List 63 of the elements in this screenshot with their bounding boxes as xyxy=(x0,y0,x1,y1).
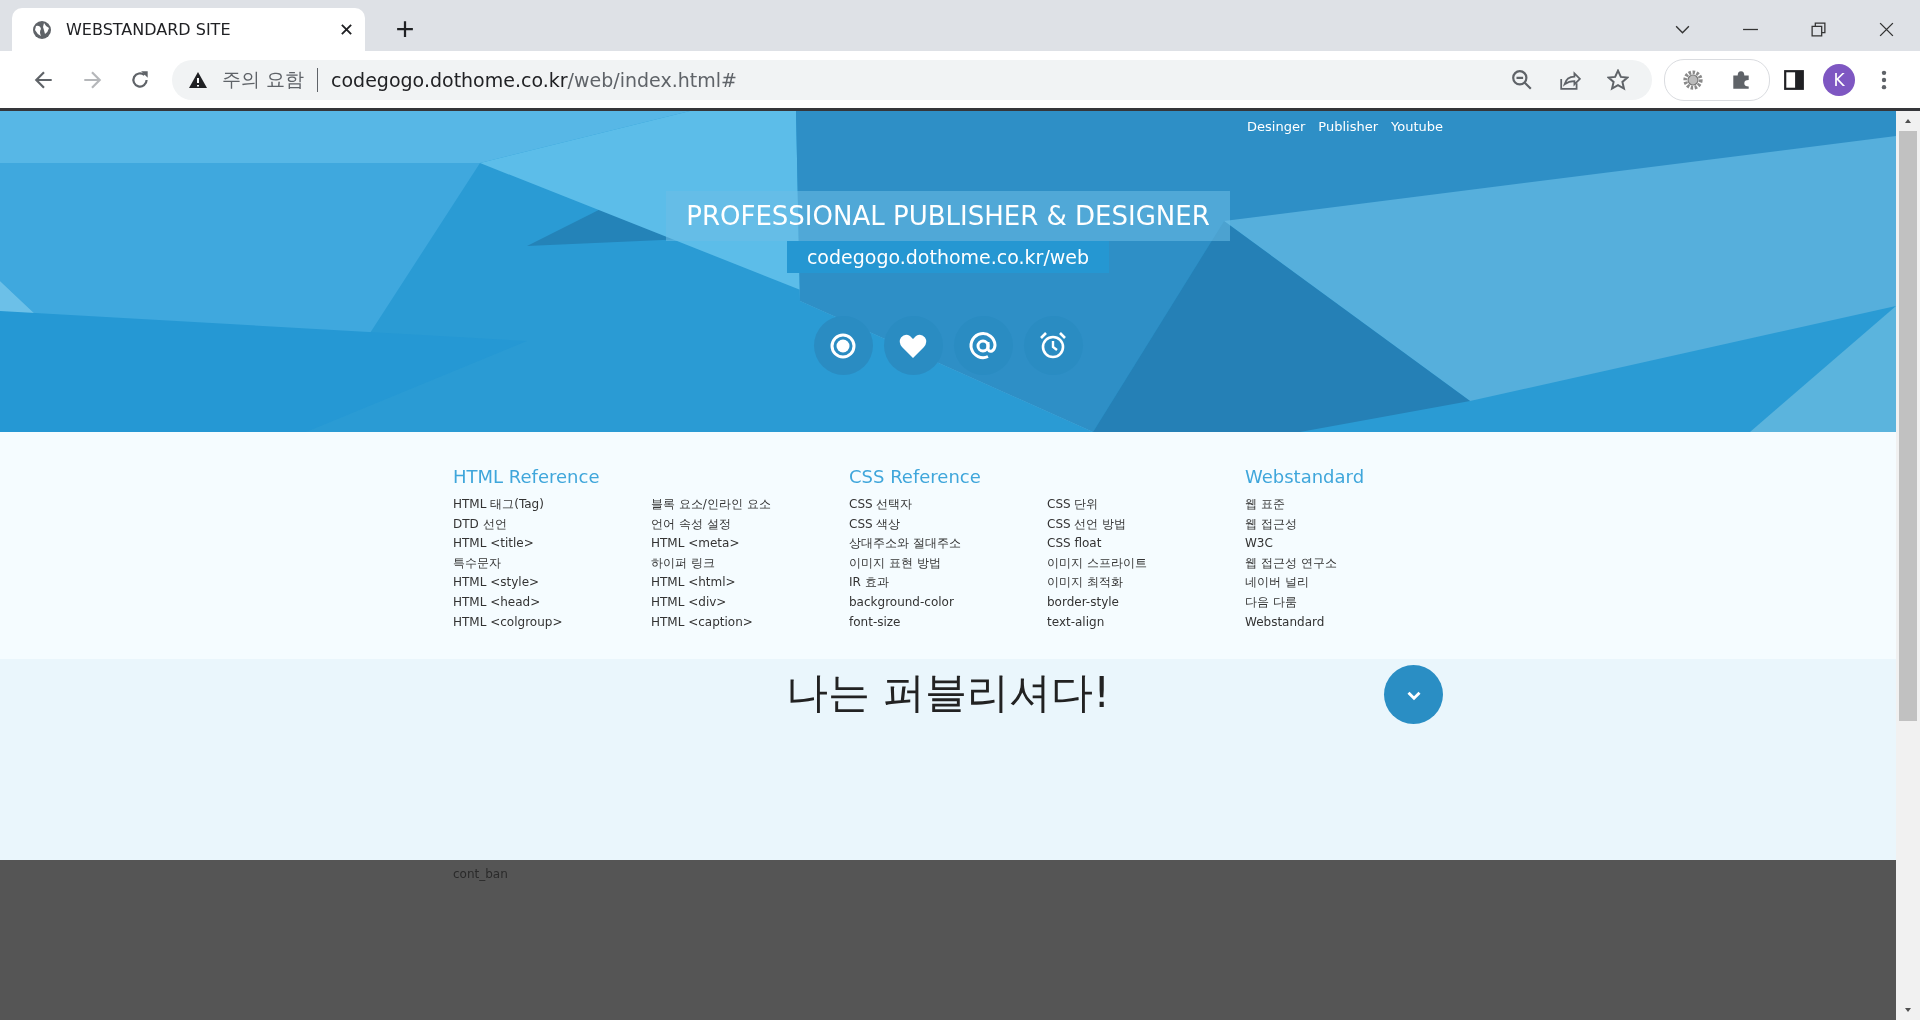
close-icon[interactable] xyxy=(1878,21,1895,38)
gear-icon[interactable] xyxy=(1682,68,1705,91)
browser-tab[interactable]: WEBSTANDARD SITE xyxy=(12,8,365,51)
section-heading: HTML Reference xyxy=(453,466,601,487)
star-icon[interactable] xyxy=(1607,68,1630,91)
reference-link[interactable]: 블록 요소/인라인 요소 xyxy=(651,497,771,511)
site-title: PROFESSIONAL PUBLISHER & DESIGNER xyxy=(666,191,1230,241)
reference-link[interactable]: CSS 선택자 xyxy=(849,497,913,511)
reference-link[interactable]: HTML <style> xyxy=(453,575,540,590)
reference-link[interactable]: 이미지 표현 방법 xyxy=(849,555,941,570)
profile-avatar[interactable]: K xyxy=(1823,63,1855,96)
reference-link[interactable]: 이미지 스프라이트 xyxy=(1047,555,1147,570)
alarm-clock-icon xyxy=(1038,330,1068,361)
reference-link[interactable]: 언어 속성 설정 xyxy=(651,516,731,531)
reference-link[interactable]: DTD 선언 xyxy=(453,516,507,531)
address-bar[interactable]: 주의 요함 codegogo.dothome.co.kr/web/index.html# xyxy=(172,59,1653,100)
section-heading: Webstandard xyxy=(1245,466,1366,487)
tab-title: WEBSTANDARD SITE xyxy=(66,20,232,39)
security-label: 주의 요함 xyxy=(222,66,305,92)
reload-icon[interactable] xyxy=(129,68,151,91)
url-text: codegogo.dothome.co.kr/web/index.html# xyxy=(331,68,737,91)
reference-link[interactable]: IR 효과 xyxy=(849,575,889,590)
reference-link[interactable]: 다음 다룸 xyxy=(1245,594,1297,609)
reference-link[interactable]: HTML <head> xyxy=(453,594,541,609)
section-heading: CSS Reference xyxy=(849,466,982,487)
reference-link[interactable]: text-align xyxy=(1047,614,1105,629)
reference-link[interactable]: 웹 접근성 연구소 xyxy=(1245,555,1337,570)
reference-link[interactable]: Webstandard xyxy=(1245,614,1325,629)
reference-link[interactable]: HTML <div> xyxy=(651,594,727,609)
restore-icon[interactable] xyxy=(1810,21,1827,38)
reference-link[interactable]: CSS float xyxy=(1047,536,1102,551)
reference-link[interactable]: W3C xyxy=(1245,536,1273,551)
nav-link[interactable]: Youtube xyxy=(1391,119,1443,134)
globe-icon xyxy=(32,19,52,40)
reference-link[interactable]: CSS 색상 xyxy=(849,516,901,531)
nav-link[interactable]: Publisher xyxy=(1318,119,1378,134)
reference-link[interactable]: 상대주소와 절대주소 xyxy=(849,536,961,551)
site-url: codegogo.dothome.co.kr/web xyxy=(786,241,1110,273)
scrollbar[interactable] xyxy=(1896,111,1920,1020)
plus-icon[interactable] xyxy=(396,20,414,38)
reference-link[interactable]: border-style xyxy=(1047,594,1119,609)
reference-link[interactable]: font-size xyxy=(849,614,901,629)
close-icon[interactable] xyxy=(340,23,353,36)
side-panel-icon[interactable] xyxy=(1783,68,1806,91)
reference-link[interactable]: HTML <html> xyxy=(651,575,736,590)
zoom-out-icon[interactable] xyxy=(1511,68,1534,91)
reference-link[interactable]: HTML <caption> xyxy=(651,614,753,629)
reference-link[interactable]: 네이버 널리 xyxy=(1245,575,1309,590)
reference-link[interactable]: 특수문자 xyxy=(453,555,501,570)
reference-link[interactable]: HTML <meta> xyxy=(651,536,740,551)
reference-link[interactable]: 웹 접근성 xyxy=(1245,516,1297,531)
reference-link[interactable]: HTML 태그(Tag) xyxy=(453,497,544,511)
at-sign-icon xyxy=(968,330,998,361)
reference-link[interactable]: HTML <title> xyxy=(453,536,534,551)
reference-link[interactable]: CSS 단위 xyxy=(1047,497,1099,511)
reference-link[interactable]: HTML <colgroup> xyxy=(453,614,563,629)
nav-link[interactable]: Desinger xyxy=(1247,119,1306,134)
reference-link[interactable]: 웹 표준 xyxy=(1245,497,1285,511)
reference-link[interactable]: background-color xyxy=(849,594,954,609)
reference-link[interactable]: 이미지 최적화 xyxy=(1047,575,1123,590)
reference-link[interactable]: CSS 선언 방법 xyxy=(1047,516,1127,531)
reference-link[interactable]: 하이퍼 링크 xyxy=(651,555,715,570)
banner-heading: 나는 퍼블리셔다! xyxy=(785,667,1111,719)
